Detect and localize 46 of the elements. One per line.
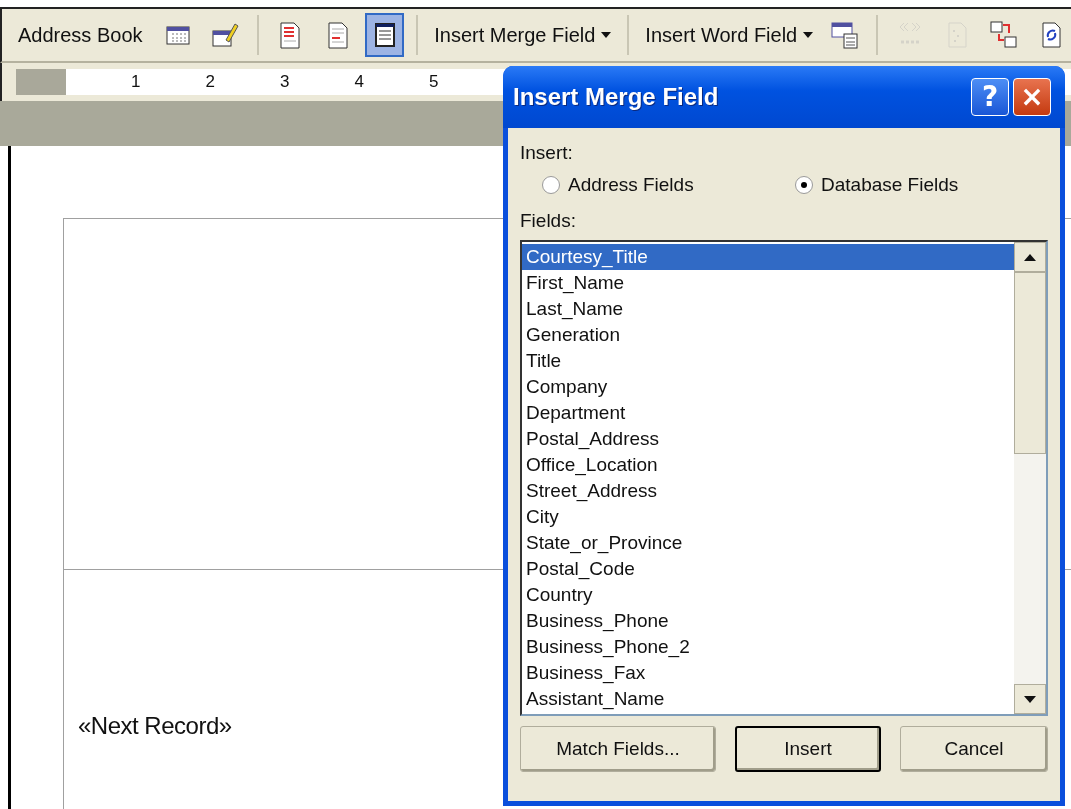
table-icon <box>829 20 860 50</box>
up-arrow-icon <box>1024 253 1036 261</box>
list-item[interactable]: Generation <box>522 322 1014 348</box>
ruler-number: 4 <box>354 72 364 92</box>
merge-field-text: «Next Record» <box>78 712 232 739</box>
ruler-number: 3 <box>279 72 290 92</box>
scrollbar[interactable] <box>1014 242 1046 714</box>
dialog-button[interactable]: Match Fields... <box>520 726 716 772</box>
list-item[interactable]: Postal_Code <box>522 556 1014 582</box>
dialog-button[interactable]: Insert <box>735 726 881 772</box>
list-item[interactable]: Office_Location <box>522 452 1014 478</box>
ruler-number: 2 <box>205 72 215 92</box>
radio-option[interactable]: Address Fields <box>542 174 795 196</box>
list-item[interactable]: First_Name <box>522 270 1014 296</box>
toolbar-button[interactable] <box>365 13 405 57</box>
ruler-number: 1 <box>131 72 141 92</box>
insert-label: Insert: <box>520 142 574 164</box>
list-item[interactable]: Business_Phone <box>522 608 1014 634</box>
toolbar-dropdown[interactable]: Insert Merge Field <box>430 23 616 47</box>
toolbar-label: Address Book <box>18 23 143 47</box>
list-item[interactable]: Country <box>522 582 1014 608</box>
close-button[interactable]: × <box>1013 78 1051 116</box>
list-item[interactable]: State_or_Province <box>522 530 1014 556</box>
list-item[interactable]: City <box>522 504 1014 530</box>
list-item[interactable]: Assistant_Name <box>522 686 1014 712</box>
list-item[interactable]: Business_Phone_2 <box>522 634 1014 660</box>
ruler-number: 5 <box>428 72 439 92</box>
fields-label: Fields: <box>520 210 577 232</box>
list-item[interactable]: Business_Fax <box>522 660 1014 686</box>
list-item[interactable]: Company <box>522 374 1014 400</box>
caret-icon <box>803 32 814 38</box>
list-item[interactable]: Last_Name <box>522 296 1014 322</box>
list-item[interactable]: Courtesy_Title <box>522 244 1014 270</box>
radio-option[interactable]: Database Fields <box>795 174 1048 196</box>
down-arrow-icon <box>1024 695 1036 703</box>
tables-icon <box>989 20 1020 50</box>
dialog-button[interactable]: Cancel <box>900 726 1048 772</box>
list-item[interactable]: Street_Address <box>522 478 1014 504</box>
list-item[interactable]: Title <box>522 348 1014 374</box>
ruler-margin <box>16 69 66 95</box>
toolbar-dropdown[interactable]: Insert Word Field <box>641 23 818 47</box>
list-item[interactable]: Postal_Address <box>522 426 1014 452</box>
dialog-title: Insert Merge Field <box>513 83 720 111</box>
list-item[interactable]: Department <box>522 400 1014 426</box>
help-button[interactable]: ? <box>971 78 1009 116</box>
caret-icon <box>601 32 612 38</box>
